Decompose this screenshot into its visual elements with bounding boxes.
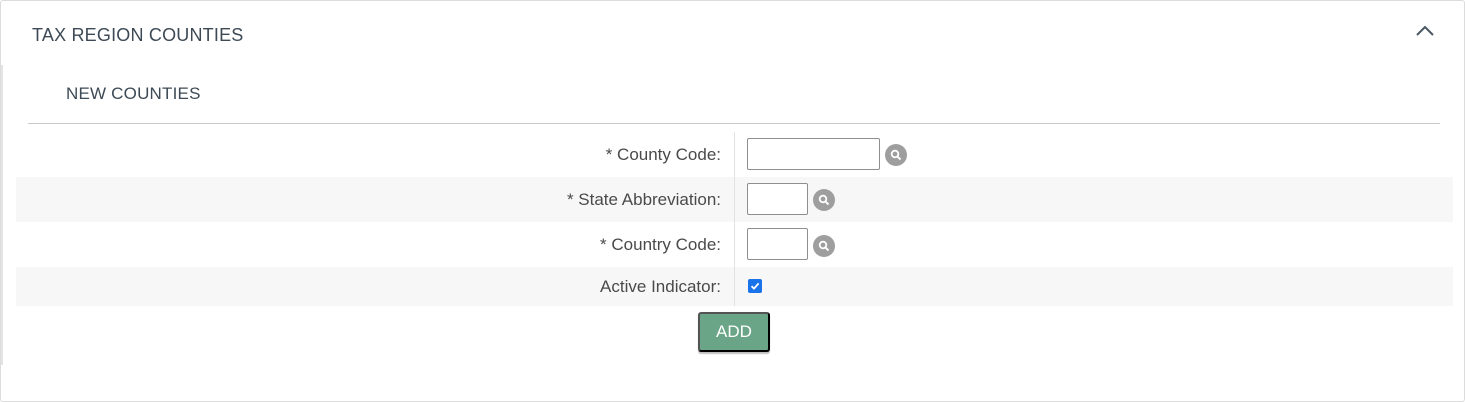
state-abbreviation-lookup-button[interactable] [813, 189, 835, 211]
state-abbreviation-input[interactable] [747, 183, 808, 215]
row-separator [734, 132, 735, 177]
active-indicator-row: Active Indicator: [16, 267, 1453, 306]
state-abbreviation-row: * State Abbreviation: [16, 177, 1453, 222]
row-separator [734, 177, 735, 222]
county-code-label: * County Code: [605, 145, 721, 164]
search-icon [818, 194, 830, 206]
country-code-label: * Country Code: [600, 235, 721, 254]
active-indicator-checkbox[interactable] [748, 279, 762, 293]
panel-header: TAX REGION COUNTIES [1, 1, 1464, 67]
search-icon [818, 240, 830, 252]
tax-region-counties-panel: TAX REGION COUNTIES NEW COUNTIES * Count… [0, 0, 1465, 402]
checkmark-icon [750, 282, 760, 290]
state-abbreviation-label: * State Abbreviation: [566, 190, 721, 209]
row-separator [734, 267, 735, 306]
panel-edge [1, 65, 3, 365]
country-code-lookup-button[interactable] [813, 235, 835, 257]
county-code-lookup-button[interactable] [885, 144, 907, 166]
add-button[interactable]: ADD [698, 312, 770, 352]
panel-title: TAX REGION COUNTIES [32, 25, 244, 45]
section-title: NEW COUNTIES [66, 84, 201, 103]
county-code-input[interactable] [747, 138, 880, 170]
county-code-row: * County Code: [16, 132, 1453, 177]
chevron-up-icon [1416, 25, 1434, 36]
divider [28, 123, 1440, 124]
country-code-input[interactable] [747, 228, 808, 260]
row-separator [734, 222, 735, 267]
collapse-button[interactable] [1411, 19, 1439, 43]
search-icon [890, 149, 902, 161]
country-code-row: * Country Code: [16, 222, 1453, 267]
active-indicator-label: Active Indicator: [600, 277, 721, 296]
